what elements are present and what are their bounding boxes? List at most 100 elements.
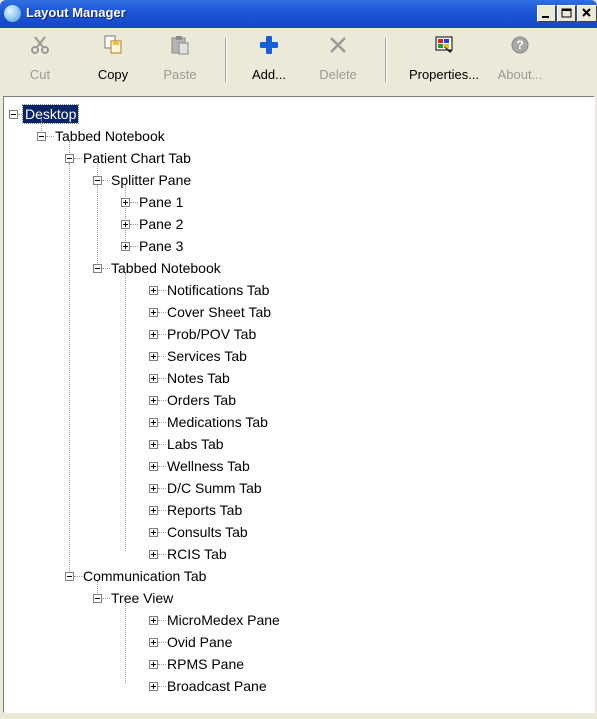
- tree-node-item[interactable]: RCIS Tab: [167, 545, 227, 563]
- paste-button[interactable]: Paste: [155, 30, 205, 90]
- tree-line: [74, 158, 82, 159]
- collapse-icon[interactable]: [93, 176, 102, 185]
- copy-label: Copy: [97, 67, 129, 82]
- toolbar-separator: [225, 38, 227, 82]
- plus-icon: [260, 36, 278, 54]
- expand-icon[interactable]: [149, 638, 158, 647]
- expand-icon[interactable]: [149, 330, 158, 339]
- expand-icon[interactable]: [149, 616, 158, 625]
- expand-icon[interactable]: [149, 440, 158, 449]
- maximize-button[interactable]: [557, 5, 576, 22]
- tree-line: [158, 422, 166, 423]
- tree-node-pane-1[interactable]: Pane 1: [139, 193, 183, 211]
- tree-node-item[interactable]: Services Tab: [167, 347, 247, 365]
- tree-line: [158, 290, 166, 291]
- expand-icon[interactable]: [121, 220, 130, 229]
- scissors-icon: [31, 36, 49, 54]
- tree-line: [97, 185, 98, 265]
- tree-line: [102, 180, 110, 181]
- tree-line: [158, 400, 166, 401]
- tree-line: [158, 466, 166, 467]
- tree-node-item[interactable]: Ovid Pane: [167, 633, 232, 651]
- collapse-icon[interactable]: [65, 572, 74, 581]
- paste-label: Paste: [163, 67, 197, 82]
- add-label: Add...: [252, 67, 286, 82]
- tree-node-communication-tab[interactable]: Communication Tab: [83, 567, 206, 585]
- tree-node-item[interactable]: Orders Tab: [167, 391, 236, 409]
- properties-button[interactable]: Properties...: [404, 30, 484, 90]
- cut-label: Cut: [29, 67, 51, 82]
- tree-node-item[interactable]: Consults Tab: [167, 523, 248, 541]
- tree-line: [74, 576, 82, 577]
- tree-node-tabbed-notebook[interactable]: Tabbed Notebook: [55, 127, 165, 145]
- cut-button[interactable]: Cut: [20, 30, 60, 90]
- tree-line: [41, 119, 42, 133]
- expand-icon[interactable]: [149, 396, 158, 405]
- collapse-icon[interactable]: [9, 110, 18, 119]
- tree-line: [158, 620, 166, 621]
- delete-button[interactable]: Delete: [312, 30, 364, 90]
- tree-line: [97, 163, 98, 177]
- tree-node-item[interactable]: Reports Tab: [167, 501, 242, 519]
- tree-node-pane-3[interactable]: Pane 3: [139, 237, 183, 255]
- tree-node-item[interactable]: Wellness Tab: [167, 457, 250, 475]
- expand-icon[interactable]: [149, 506, 158, 515]
- expand-icon[interactable]: [149, 308, 158, 317]
- delete-x-icon: [330, 37, 346, 53]
- svg-text:?: ?: [516, 38, 523, 52]
- maximize-icon: [561, 8, 572, 18]
- tree-node-item[interactable]: Broadcast Pane: [167, 677, 267, 695]
- close-icon: [582, 8, 591, 17]
- expand-icon[interactable]: [149, 462, 158, 471]
- tree-node-patient-chart-tab[interactable]: Patient Chart Tab: [83, 149, 191, 167]
- tree-line: [125, 273, 126, 551]
- expand-icon[interactable]: [149, 682, 158, 691]
- tree-node-item[interactable]: Medications Tab: [167, 413, 268, 431]
- tree-node-item[interactable]: Prob/POV Tab: [167, 325, 256, 343]
- add-button[interactable]: Add...: [244, 30, 294, 90]
- collapse-icon[interactable]: [93, 594, 102, 603]
- tree-node-item[interactable]: Notes Tab: [167, 369, 230, 387]
- tree-node-inner-tabbed-notebook[interactable]: Tabbed Notebook: [111, 259, 221, 277]
- tree-line: [158, 334, 166, 335]
- tree-node-splitter-pane[interactable]: Splitter Pane: [111, 171, 191, 189]
- tree-node-item[interactable]: D/C Summ Tab: [167, 479, 262, 497]
- layout-tree-view[interactable]: Desktop Tabbed Notebook Patient Chart Ta…: [3, 96, 595, 713]
- close-button[interactable]: [577, 5, 597, 22]
- expand-icon[interactable]: [149, 352, 158, 361]
- tree-line: [158, 532, 166, 533]
- expand-icon[interactable]: [149, 418, 158, 427]
- tree-line: [102, 268, 110, 269]
- expand-icon[interactable]: [121, 198, 130, 207]
- minimize-button[interactable]: [537, 5, 556, 22]
- tree-line: [158, 356, 166, 357]
- tree-line: [69, 163, 70, 573]
- about-button[interactable]: ? About...: [493, 30, 547, 90]
- tree-line: [46, 136, 54, 137]
- tree-node-item[interactable]: Notifications Tab: [167, 281, 269, 299]
- expand-icon[interactable]: [121, 242, 130, 251]
- tree-line: [125, 185, 126, 243]
- tree-line: [97, 581, 98, 595]
- tree-line: [130, 246, 138, 247]
- collapse-icon[interactable]: [65, 154, 74, 163]
- collapse-icon[interactable]: [37, 132, 46, 141]
- paste-icon: [171, 36, 189, 55]
- expand-icon[interactable]: [149, 484, 158, 493]
- collapse-icon[interactable]: [93, 264, 102, 273]
- title-bar[interactable]: Layout Manager: [0, 0, 597, 28]
- tree-node-item[interactable]: Cover Sheet Tab: [167, 303, 271, 321]
- expand-icon[interactable]: [149, 286, 158, 295]
- expand-icon[interactable]: [149, 550, 158, 559]
- expand-icon[interactable]: [149, 374, 158, 383]
- tree-node-item[interactable]: RPMS Pane: [167, 655, 244, 673]
- tree-node-desktop[interactable]: Desktop: [21, 104, 80, 124]
- copy-button[interactable]: Copy: [88, 30, 138, 90]
- tree-node-item[interactable]: Labs Tab: [167, 435, 224, 453]
- toolbar: Cut Copy Paste Add... Delete Properties.…: [0, 28, 597, 94]
- expand-icon[interactable]: [149, 660, 158, 669]
- tree-node-pane-2[interactable]: Pane 2: [139, 215, 183, 233]
- tree-node-item[interactable]: MicroMedex Pane: [167, 611, 280, 629]
- tree-node-tree-view[interactable]: Tree View: [111, 589, 173, 607]
- expand-icon[interactable]: [149, 528, 158, 537]
